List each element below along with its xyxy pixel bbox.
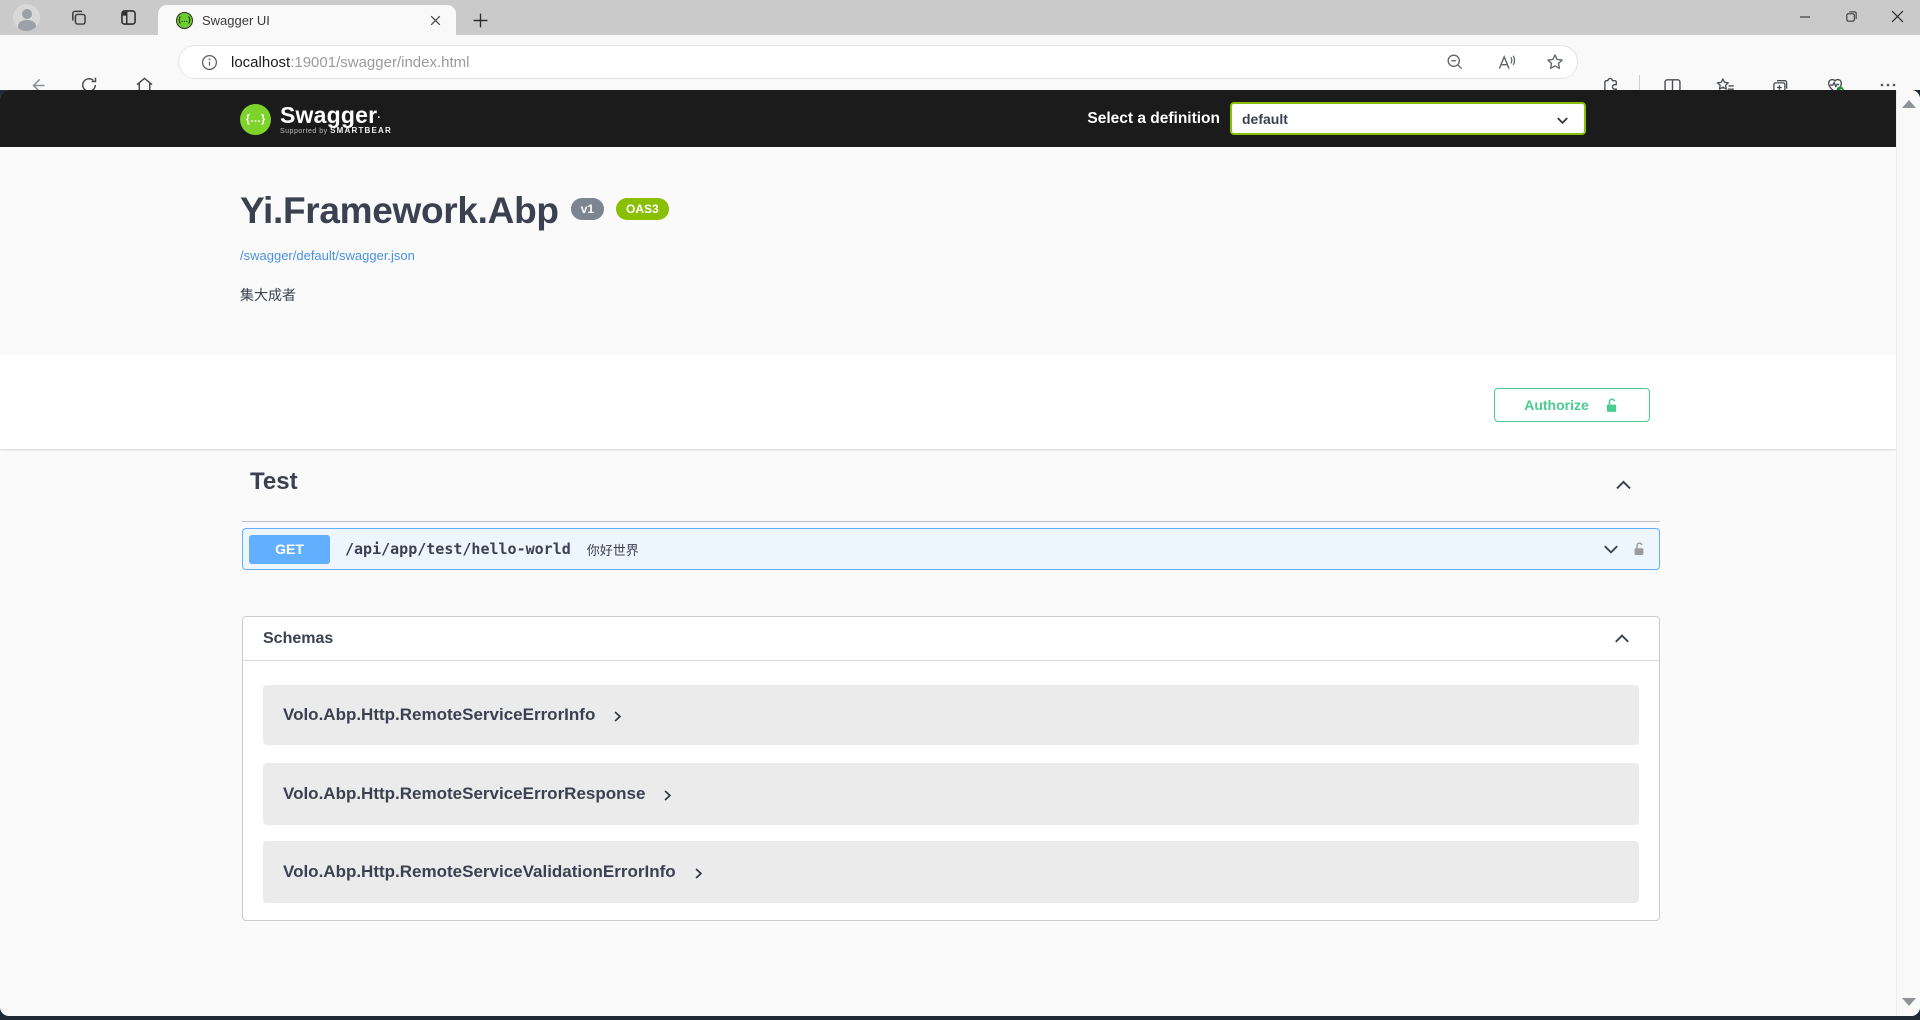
swagger-logo-icon: {…}: [240, 104, 271, 135]
schemes-bar: Authorize: [0, 354, 1896, 449]
chevron-right-icon: [661, 789, 674, 802]
swagger-logo-text: Swagger.: [280, 104, 392, 126]
schema-row-remote-service-validation-error-info[interactable]: Volo.Abp.Http.RemoteServiceValidationErr…: [263, 841, 1639, 903]
close-icon: [1891, 10, 1904, 23]
profile-avatar-icon: [22, 9, 32, 19]
browser-tab-strip: {…} Swagger UI: [0, 0, 1920, 35]
minimize-button[interactable]: [1782, 0, 1828, 33]
workspaces-icon: [68, 7, 89, 28]
swagger-favicon-icon: {…}: [176, 12, 193, 29]
window-controls: [1782, 0, 1920, 35]
operation-path: /api/app/test/hello-world: [345, 540, 571, 558]
workspaces-button[interactable]: [64, 0, 92, 35]
tab-title: Swagger UI: [202, 13, 270, 28]
schema-name: Volo.Abp.Http.RemoteServiceErrorInfo: [283, 705, 595, 725]
api-description: 集大成者: [240, 285, 669, 305]
authorize-button[interactable]: Authorize: [1494, 388, 1650, 422]
profile-button[interactable]: [13, 4, 40, 31]
star-icon: [1545, 52, 1565, 72]
page-title: Yi.Framework.Abp: [240, 190, 559, 232]
chevron-up-icon: [1613, 630, 1631, 648]
version-badge: v1: [571, 198, 604, 220]
schema-name: Volo.Abp.Http.RemoteServiceErrorResponse: [283, 784, 645, 804]
restore-icon: [1845, 10, 1858, 23]
address-bar[interactable]: localhost:19001/swagger/index.html: [178, 45, 1578, 79]
swagger-logo[interactable]: {…} Swagger. Supported by SMARTBEAR: [240, 102, 392, 136]
operation-get-row[interactable]: GET /api/app/test/hello-world 你好世界: [242, 528, 1660, 570]
schemas-header[interactable]: Schemas: [243, 617, 1659, 661]
chevron-down-icon: [1555, 113, 1570, 128]
scroll-down-icon: [1902, 998, 1916, 1006]
operation-summary: 你好世界: [587, 540, 639, 559]
chevron-right-icon: [692, 867, 705, 880]
vertical-scrollbar[interactable]: [1896, 90, 1920, 1016]
oas3-badge: OAS3: [616, 198, 669, 220]
scroll-up-icon: [1902, 100, 1916, 108]
page-viewport: {…} Swagger. Supported by SMARTBEAR Sele…: [0, 90, 1920, 1016]
restore-button[interactable]: [1828, 0, 1874, 33]
scroll-down-button[interactable]: [1901, 994, 1917, 1010]
schemas-title: Schemas: [263, 630, 333, 648]
url-host: localhost: [231, 54, 290, 71]
authorize-label: Authorize: [1524, 397, 1589, 413]
new-tab-button[interactable]: [468, 8, 492, 32]
tag-test-header[interactable]: Test: [250, 468, 298, 496]
tab-layout-icon: [118, 7, 139, 28]
site-info-button[interactable]: [195, 48, 223, 76]
minimize-icon: [1799, 11, 1811, 23]
read-aloud-icon: [1495, 52, 1516, 73]
method-badge: GET: [249, 535, 330, 564]
api-info: Yi.Framework.Abp v1 OAS3 /swagger/defaul…: [240, 190, 669, 305]
schema-row-remote-service-error-response[interactable]: Volo.Abp.Http.RemoteServiceErrorResponse: [263, 763, 1639, 825]
close-icon: [429, 14, 442, 27]
schema-row-remote-service-error-info[interactable]: Volo.Abp.Http.RemoteServiceErrorInfo: [263, 685, 1639, 745]
favorite-button[interactable]: [1541, 48, 1569, 76]
zoom-out-icon: [1445, 52, 1465, 72]
close-window-button[interactable]: [1874, 0, 1920, 33]
definition-selected-value: default: [1242, 111, 1288, 127]
schemas-section: Schemas Volo.Abp.Http.RemoteServiceError…: [242, 616, 1660, 921]
read-aloud-button[interactable]: [1491, 48, 1519, 76]
scroll-up-button[interactable]: [1901, 96, 1917, 112]
profile-avatar-icon: [18, 20, 36, 31]
operation-auth-lock-icon[interactable]: [1631, 541, 1647, 557]
info-icon: [200, 53, 219, 72]
chevron-down-icon: [1602, 540, 1620, 558]
schema-name: Volo.Abp.Http.RemoteServiceValidationErr…: [283, 862, 676, 882]
url-text: localhost:19001/swagger/index.html: [231, 54, 469, 71]
tab-actions-button[interactable]: [114, 0, 142, 35]
zoom-out-button[interactable]: [1441, 48, 1469, 76]
tag-divider: [242, 521, 1660, 522]
swagger-logo-tagline: Supported by SMARTBEAR: [280, 126, 392, 135]
spec-link[interactable]: /swagger/default/swagger.json: [240, 248, 669, 263]
tab-close-button[interactable]: [426, 11, 444, 29]
select-definition-label: Select a definition: [960, 90, 1220, 147]
chevron-right-icon: [611, 710, 624, 723]
definition-select[interactable]: default: [1230, 102, 1586, 135]
swagger-topbar: {…} Swagger. Supported by SMARTBEAR Sele…: [0, 90, 1896, 147]
plus-icon: [472, 12, 489, 29]
unlocked-padlock-icon: [1603, 397, 1620, 414]
url-path: :19001/swagger/index.html: [290, 54, 469, 71]
browser-tab[interactable]: {…} Swagger UI: [158, 5, 456, 35]
chevron-up-icon[interactable]: [1614, 476, 1633, 495]
browser-toolbar: localhost:19001/swagger/index.html: [0, 35, 1920, 90]
